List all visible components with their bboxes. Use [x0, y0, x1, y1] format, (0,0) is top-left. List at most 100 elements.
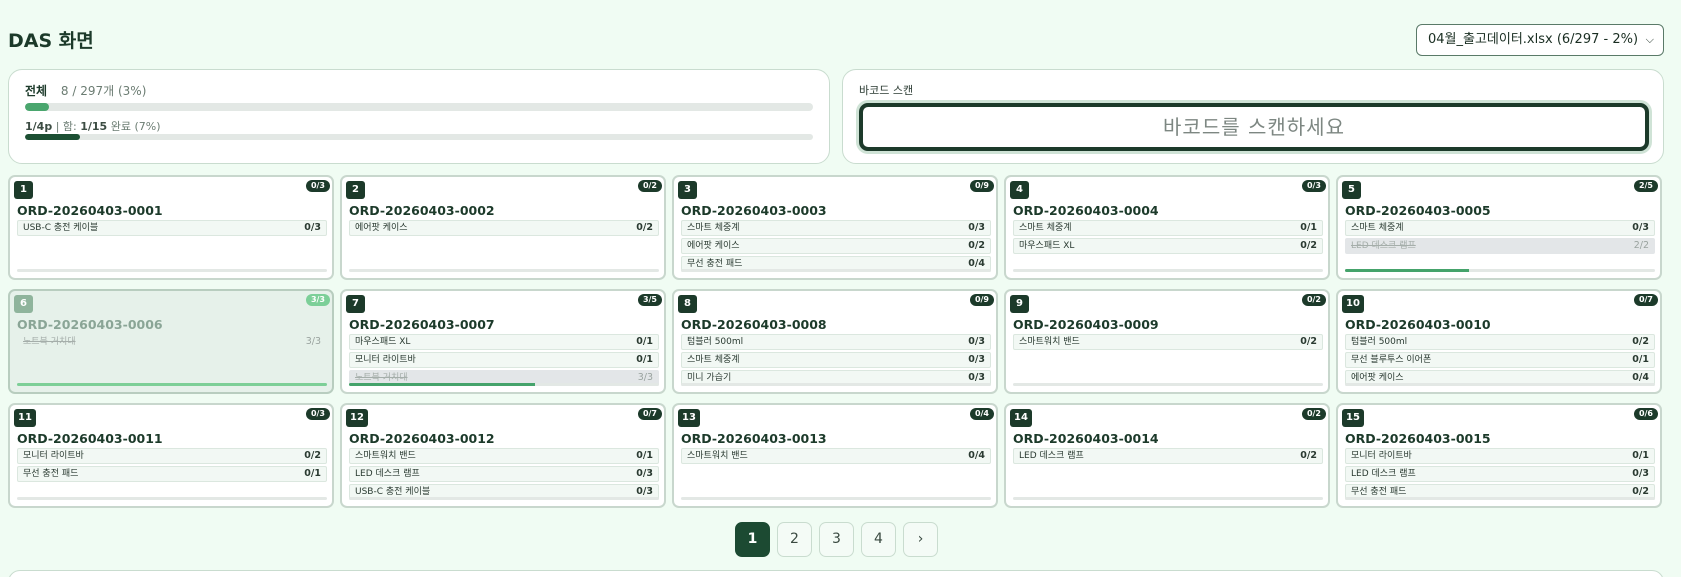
item-name: 스마트워치 밴드 [355, 451, 416, 461]
barcode-input[interactable]: 바코드를 스캔하세요 [859, 103, 1649, 151]
item-qty: 3/3 [305, 336, 321, 347]
box-number-badge: 9 [1010, 295, 1029, 313]
overall-label: 전체 [25, 84, 48, 98]
item-name: 모니터 라이트바 [23, 451, 84, 461]
box-count-badge: 0/3 [305, 408, 330, 420]
item-qty: 0/3 [1632, 222, 1649, 233]
card-progress-bar [1345, 383, 1655, 386]
item-qty: 0/1 [1632, 354, 1649, 365]
file-select[interactable]: 04월_출고데이터.xlsx (6/297 - 2%) ⌵ [1416, 24, 1664, 56]
card-progress-bar [681, 497, 991, 500]
order-card[interactable]: 11 0/3 ORD-20260403-0011 모니터 라이트바 0/2 무선 충전 패… [8, 403, 334, 508]
item-name: 에어팟 케이스 [1351, 373, 1404, 383]
item-list: 텀블러 500ml 0/3 스마트 체중계 0/3 미니 가습기 0/3 [681, 334, 991, 388]
box-count-badge: 2/5 [1633, 180, 1658, 192]
order-card[interactable]: 3 0/9 ORD-20260403-0003 스마트 체중계 0/3 에어팟 케이스 0/… [672, 175, 998, 280]
overall-count: 8 / 297개 (3%) [60, 84, 147, 98]
box-count-badge: 0/9 [969, 180, 994, 192]
card-progress-bar [349, 383, 659, 386]
item-name: LED 데스크 램프 [1351, 469, 1416, 479]
order-id: ORD-20260403-0015 [1345, 431, 1491, 446]
box-number-badge: 12 [346, 409, 368, 427]
page-progress-label: 1/4p | 함: 1/15 완료 (7%) [25, 118, 161, 134]
card-progress-bar [1013, 269, 1323, 272]
card-progress-bar [17, 269, 327, 272]
page-progress-fill [25, 134, 81, 140]
order-card[interactable]: 1 0/3 ORD-20260403-0001 USB-C 충전 케이블 0/3 [8, 175, 334, 280]
page-button-4[interactable]: 4 [861, 522, 896, 557]
list-item: 에어팟 케이스 0/2 [349, 220, 659, 236]
box-count-badge: 0/3 [1301, 180, 1326, 192]
order-id: ORD-20260403-0007 [349, 317, 495, 332]
order-card[interactable]: 6 3/3 ORD-20260403-0006 노트북 거치대 3/3 [8, 289, 334, 394]
barcode-panel: 바코드 스캔 바코드를 스캔하세요 [842, 69, 1664, 164]
order-id: ORD-20260403-0014 [1013, 431, 1159, 446]
order-card[interactable]: 7 3/5 ORD-20260403-0007 마우스패드 XL 0/1 모니터 라이트바… [340, 289, 666, 394]
item-name: 텀블러 500ml [687, 337, 744, 347]
list-item: LED 데스크 램프 0/3 [1345, 466, 1655, 482]
list-item: LED 데스크 램프 2/2 [1345, 238, 1655, 254]
order-card[interactable]: 13 0/4 ORD-20260403-0013 스마트워치 밴드 0/4 [672, 403, 998, 508]
item-name: 모니터 라이트바 [1351, 451, 1412, 461]
order-card[interactable]: 10 0/7 ORD-20260403-0010 텀블러 500ml 0/2 무선 블루투… [1336, 289, 1662, 394]
order-card[interactable]: 9 0/2 ORD-20260403-0009 스마트워치 밴드 0/2 [1004, 289, 1330, 394]
list-item: LED 데스크 램프 0/3 [349, 466, 659, 482]
order-card[interactable]: 4 0/3 ORD-20260403-0004 스마트 체중계 0/1 마우스패드 XL 0… [1004, 175, 1330, 280]
order-card[interactable]: 15 0/6 ORD-20260403-0015 모니터 라이트바 0/1 LED 데스크… [1336, 403, 1662, 508]
card-progress-bar [17, 497, 327, 500]
item-list: 모니터 라이트바 0/1 LED 데스크 램프 0/3 무선 충전 패드 0/2 [1345, 448, 1655, 502]
box-count-badge: 3/3 [305, 294, 330, 306]
list-item: 마우스패드 XL 0/2 [1013, 238, 1323, 254]
order-card[interactable]: 12 0/7 ORD-20260403-0012 스마트워치 밴드 0/1 LED 데스크… [340, 403, 666, 508]
list-item: LED 데스크 램프 0/2 [1013, 448, 1323, 464]
item-name: 노트북 거치대 [23, 337, 76, 347]
list-item: 스마트워치 밴드 0/4 [681, 448, 991, 464]
card-progress-bar [681, 269, 991, 272]
order-id: ORD-20260403-0008 [681, 317, 827, 332]
item-name: 마우스패드 XL [355, 337, 411, 347]
item-name: 스마트워치 밴드 [1019, 337, 1080, 347]
item-qty: 0/4 [968, 450, 985, 461]
card-progress-bar [349, 269, 659, 272]
item-name: LED 데스크 램프 [1019, 451, 1084, 461]
item-list: 스마트워치 밴드 0/4 [681, 448, 991, 466]
item-list: 텀블러 500ml 0/2 무선 블루투스 이어폰 0/1 에어팟 케이스 0/4 [1345, 334, 1655, 388]
item-name: LED 데스크 램프 [355, 469, 420, 479]
file-select-value: 04월_출고데이터.xlsx (6/297 - 2%) [1428, 32, 1639, 47]
next-page-button[interactable]: › [903, 522, 938, 557]
box-number-badge: 1 [14, 181, 33, 199]
item-qty: 0/3 [1632, 468, 1649, 479]
item-qty: 0/2 [1300, 336, 1317, 347]
item-qty: 0/1 [636, 450, 653, 461]
order-card[interactable]: 2 0/2 ORD-20260403-0002 에어팟 케이스 0/2 [340, 175, 666, 280]
order-card[interactable]: 8 0/9 ORD-20260403-0008 텀블러 500ml 0/3 스마트 체중계… [672, 289, 998, 394]
item-name: 에어팟 케이스 [355, 223, 408, 233]
list-item: 모니터 라이트바 0/1 [1345, 448, 1655, 464]
item-name: 무선 충전 패드 [687, 259, 743, 269]
page-indicator: 1/4p [25, 120, 53, 133]
page-button-2[interactable]: 2 [777, 522, 812, 557]
item-name: 스마트 체중계 [1351, 223, 1404, 233]
list-item: 모니터 라이트바 0/1 [349, 352, 659, 368]
order-card[interactable]: 14 0/2 ORD-20260403-0014 LED 데스크 램프 0/2 [1004, 403, 1330, 508]
card-progress-bar [1345, 497, 1655, 500]
item-qty: 0/2 [1300, 450, 1317, 461]
page-button-1[interactable]: 1 [735, 522, 770, 557]
box-number-badge: 6 [14, 295, 33, 313]
list-item: USB-C 충전 케이블 0/3 [17, 220, 327, 236]
page-button-3[interactable]: 3 [819, 522, 854, 557]
item-name: 미니 가습기 [687, 373, 732, 383]
page-suffix-text: 완료 (7%) [107, 120, 161, 133]
order-card[interactable]: 5 2/5 ORD-20260403-0005 스마트 체중계 0/3 LED 데스크 램… [1336, 175, 1662, 280]
box-number-badge: 4 [1010, 181, 1029, 199]
box-number-badge: 10 [1342, 295, 1364, 313]
list-item: 스마트워치 밴드 0/2 [1013, 334, 1323, 350]
item-name: 에어팟 케이스 [687, 241, 740, 251]
list-item: 스마트 체중계 0/3 [681, 220, 991, 236]
item-list: LED 데스크 램프 0/2 [1013, 448, 1323, 466]
item-list: 스마트 체중계 0/3 LED 데스크 램프 2/2 [1345, 220, 1655, 256]
item-qty: 0/2 [1300, 240, 1317, 251]
box-count-badge: 0/3 [305, 180, 330, 192]
overall-progress-fill [25, 103, 49, 111]
list-item: 텀블러 500ml 0/3 [681, 334, 991, 350]
